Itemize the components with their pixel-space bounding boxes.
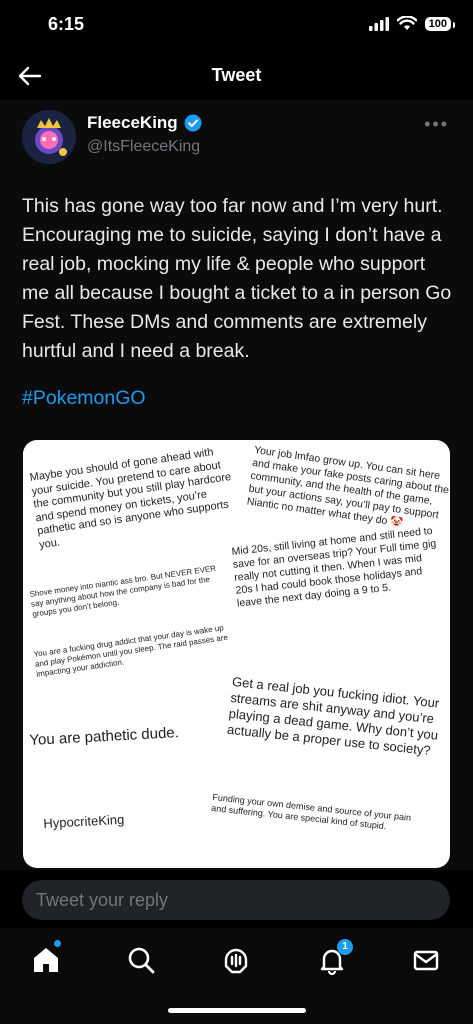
messages-envelope-icon[interactable] — [408, 942, 444, 978]
status-time: 6:15 — [48, 14, 85, 34]
image-note-5: You are a fucking drug addict that your … — [33, 623, 229, 679]
spaces-icon[interactable] — [218, 942, 254, 978]
reply-bar: Tweet your reply — [0, 870, 473, 928]
author-name[interactable]: FleeceKing — [87, 113, 178, 133]
wifi-icon — [396, 16, 417, 30]
image-note-3: Shove money into niantic ass bro. But NE… — [29, 563, 217, 619]
reply-input[interactable]: Tweet your reply — [22, 880, 450, 920]
avatar[interactable] — [22, 110, 76, 164]
signal-icon — [368, 16, 389, 31]
image-note-8: Funding your own demise and source of yo… — [210, 792, 412, 832]
page-title: Tweet — [211, 65, 262, 85]
status-icons: 100 — [368, 16, 456, 31]
search-icon[interactable] — [123, 942, 159, 978]
top-header: Tweet — [0, 52, 473, 100]
more-options-icon[interactable]: ••• — [424, 114, 449, 135]
home-icon[interactable] — [28, 942, 64, 978]
battery-indicator: 100 — [424, 16, 456, 31]
hashtag-link[interactable]: #PokemonGO — [22, 387, 146, 410]
image-note-4: Mid 20s, still living at home and still … — [231, 524, 437, 610]
image-note-6: You are pathetic dude. — [29, 724, 180, 749]
image-note-1: Maybe you should of gone ahead with your… — [29, 446, 232, 551]
author-row: FleeceKing — [87, 113, 202, 133]
tweet-card: FleeceKing @ItsFleeceKing ••• This has g… — [0, 100, 473, 870]
notifications-badge: 1 — [337, 939, 353, 955]
avatar-image — [22, 110, 76, 164]
tweet-text: This has gone way too far now and I’m ve… — [22, 195, 452, 362]
author-handle[interactable]: @ItsFleeceKing — [87, 138, 200, 156]
reply-placeholder: Tweet your reply — [36, 890, 169, 910]
home-indicator — [168, 1008, 306, 1013]
verified-badge-icon — [184, 114, 202, 132]
image-note-9: HypocriteKing — [43, 811, 125, 831]
status-bar: 6:15 100 — [0, 0, 473, 50]
home-unread-dot — [54, 940, 61, 947]
image-note-7: Get a real job you fucking idiot. Your s… — [226, 674, 441, 759]
tweet-image[interactable]: Maybe you should of gone ahead with your… — [23, 440, 450, 868]
image-note-2: Your job lmfao grow up. You can sit here… — [246, 444, 450, 530]
